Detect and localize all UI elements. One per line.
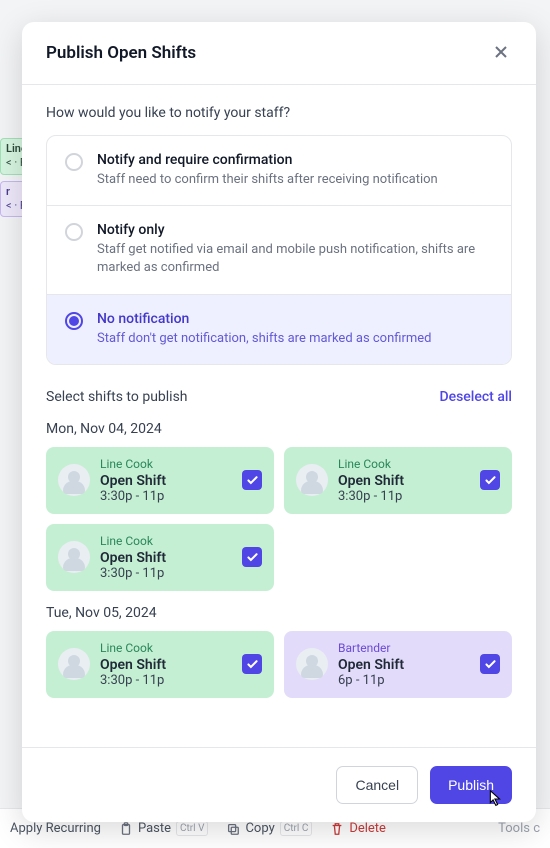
deselect-all-link[interactable]: Deselect all [439,389,512,405]
shift-title: Open Shift [100,657,232,673]
trash-icon [330,822,344,836]
option-desc: Staff need to confirm their shifts after… [97,171,438,189]
shift-title: Open Shift [100,473,232,489]
shift-role: Bartender [338,641,470,655]
shift-role: Line Cook [100,457,232,471]
modal-header: Publish Open Shifts [22,22,536,85]
option-no-notification[interactable]: No notification Staff don't get notifica… [47,295,511,364]
close-button[interactable] [490,42,512,64]
notify-question: How would you like to notify your staff? [46,105,512,121]
option-notify-only[interactable]: Notify only Staff get notified via email… [47,206,511,294]
checkbox-checked[interactable] [242,654,262,674]
shift-time: 3:30p - 11p [100,673,232,688]
copy-icon [226,822,240,836]
checkbox-checked[interactable] [480,470,500,490]
shift-role: Line Cook [100,641,232,655]
shift-time: 6p - 11p [338,673,470,688]
day-label: Mon, Nov 04, 2024 [46,421,512,437]
shift-grid-day2: Line Cook Open Shift 3:30p - 11p Bartend… [46,631,512,698]
avatar [58,464,90,496]
shift-time: 3:30p - 11p [338,489,470,504]
shift-title: Open Shift [338,657,470,673]
shift-time: 3:30p - 11p [100,489,232,504]
avatar [296,464,328,496]
shift-card[interactable]: Line Cook Open Shift 3:30p - 11p [46,631,274,698]
publish-open-shifts-modal: Publish Open Shifts How would you like t… [22,22,536,822]
option-notify-confirm[interactable]: Notify and require confirmation Staff ne… [47,136,511,206]
option-title: No notification [97,311,432,327]
shift-role: Line Cook [100,534,232,548]
shift-title: Open Shift [100,550,232,566]
checkbox-checked[interactable] [480,654,500,674]
avatar [58,648,90,680]
radio-icon [65,153,83,171]
radio-icon [65,223,83,241]
notify-radio-group: Notify and require confirmation Staff ne… [46,135,512,365]
option-title: Notify and require confirmation [97,152,438,168]
shift-card[interactable]: Line Cook Open Shift 3:30p - 11p [284,447,512,514]
option-desc: Staff get notified via email and mobile … [97,241,493,277]
shift-grid-day1: Line Cook Open Shift 3:30p - 11p Line Co… [46,447,512,591]
paste-button[interactable]: Paste Ctrl V [119,821,209,836]
cancel-button[interactable]: Cancel [336,766,418,804]
publish-button[interactable]: Publish [430,766,512,804]
copy-button[interactable]: Copy Ctrl C [226,821,312,836]
tools-button[interactable]: Tools c [498,821,540,836]
radio-icon [65,312,83,330]
option-title: Notify only [97,222,493,238]
shift-card-bartender[interactable]: Bartender Open Shift 6p - 11p [284,631,512,698]
shift-card[interactable]: Line Cook Open Shift 3:30p - 11p [46,447,274,514]
shift-role: Line Cook [338,457,470,471]
select-row: Select shifts to publish Deselect all [46,389,512,405]
delete-button[interactable]: Delete [330,821,386,836]
day-label: Tue, Nov 05, 2024 [46,605,512,621]
option-desc: Staff don't get notification, shifts are… [97,330,432,348]
shift-time: 3:30p - 11p [100,566,232,581]
checkbox-checked[interactable] [242,470,262,490]
shift-card[interactable]: Line Cook Open Shift 3:30p - 11p [46,524,274,591]
avatar [296,648,328,680]
clipboard-icon [119,822,133,836]
modal-title: Publish Open Shifts [46,43,196,63]
modal-footer: Cancel Publish [22,747,536,822]
modal-body: How would you like to notify your staff?… [22,85,536,747]
avatar [58,541,90,573]
select-shifts-label: Select shifts to publish [46,389,188,405]
apply-recurring-button[interactable]: Apply Recurring [10,821,101,836]
shift-title: Open Shift [338,473,470,489]
checkbox-checked[interactable] [242,547,262,567]
close-icon [493,41,509,65]
